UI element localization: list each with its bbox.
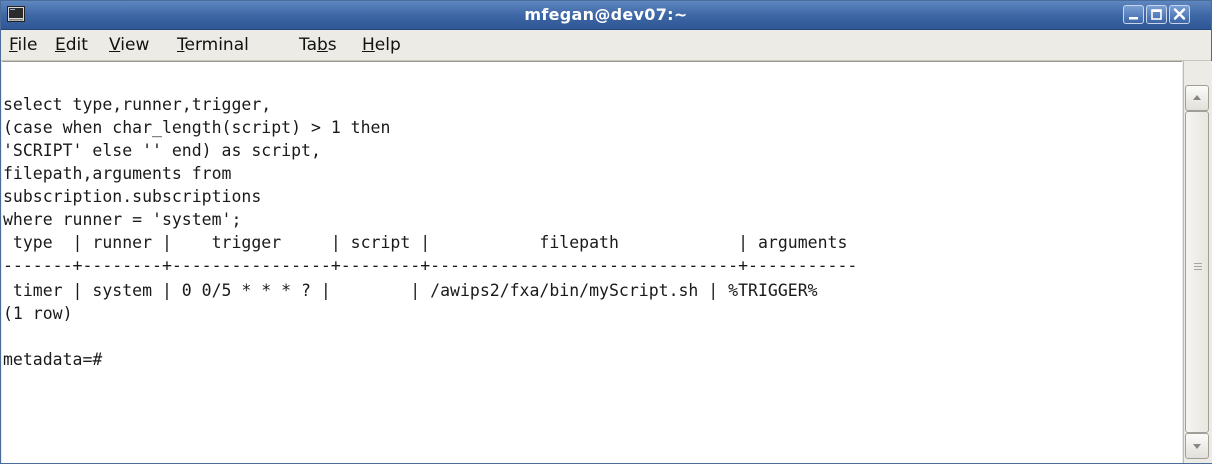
close-button[interactable] <box>1169 5 1190 24</box>
minimize-button[interactable] <box>1123 5 1144 24</box>
terminal-line: select type,runner,trigger, <box>3 95 272 114</box>
arrow-down-icon <box>1193 444 1201 449</box>
title-bar[interactable]: mfegan@dev07:~ <box>1 1 1211 30</box>
menu-terminal[interactable]: Terminal <box>177 30 249 60</box>
terminal-line: subscription.subscriptions <box>3 187 262 206</box>
scroll-thumb[interactable] <box>1185 111 1209 433</box>
result-header: type | runner | trigger | script | filep… <box>3 233 848 252</box>
terminal-output[interactable]: select type,runner,trigger, (case when c… <box>2 61 1182 463</box>
menu-edit[interactable]: Edit <box>55 30 88 60</box>
terminal-line: (case when char_length(script) > 1 then <box>3 118 391 137</box>
menu-help[interactable]: Help <box>362 30 401 60</box>
terminal-line: 'SCRIPT' else '' end) as script, <box>3 141 321 160</box>
menu-bar: File Edit View Terminal Tabs Help <box>1 30 1211 61</box>
terminal-window: mfegan@dev07:~ File Edit View Terminal T… <box>0 0 1212 464</box>
minimize-icon <box>1129 17 1138 20</box>
close-icon <box>1173 8 1186 20</box>
result-separator: -------+--------+----------------+------… <box>3 256 858 275</box>
scroll-down-button[interactable] <box>1185 433 1209 459</box>
prompt-line: metadata=# <box>3 350 103 369</box>
result-row: timer | system | 0 0/5 * * * ? | | /awip… <box>3 281 818 300</box>
row-count: (1 row) <box>3 304 73 323</box>
menu-view[interactable]: View <box>109 30 149 60</box>
menu-file[interactable]: File <box>9 30 37 60</box>
maximize-button[interactable] <box>1146 5 1167 24</box>
maximize-icon <box>1151 9 1162 20</box>
scroll-up-button[interactable] <box>1185 85 1209 111</box>
grip-icon <box>1194 263 1202 270</box>
menu-tabs[interactable]: Tabs <box>299 30 337 60</box>
window-title: mfegan@dev07:~ <box>524 5 688 24</box>
terminal-line: where runner = 'system'; <box>3 210 242 229</box>
terminal-line: filepath,arguments from <box>3 164 232 183</box>
arrow-up-icon <box>1193 95 1201 100</box>
vertical-scrollbar[interactable] <box>1183 61 1212 463</box>
